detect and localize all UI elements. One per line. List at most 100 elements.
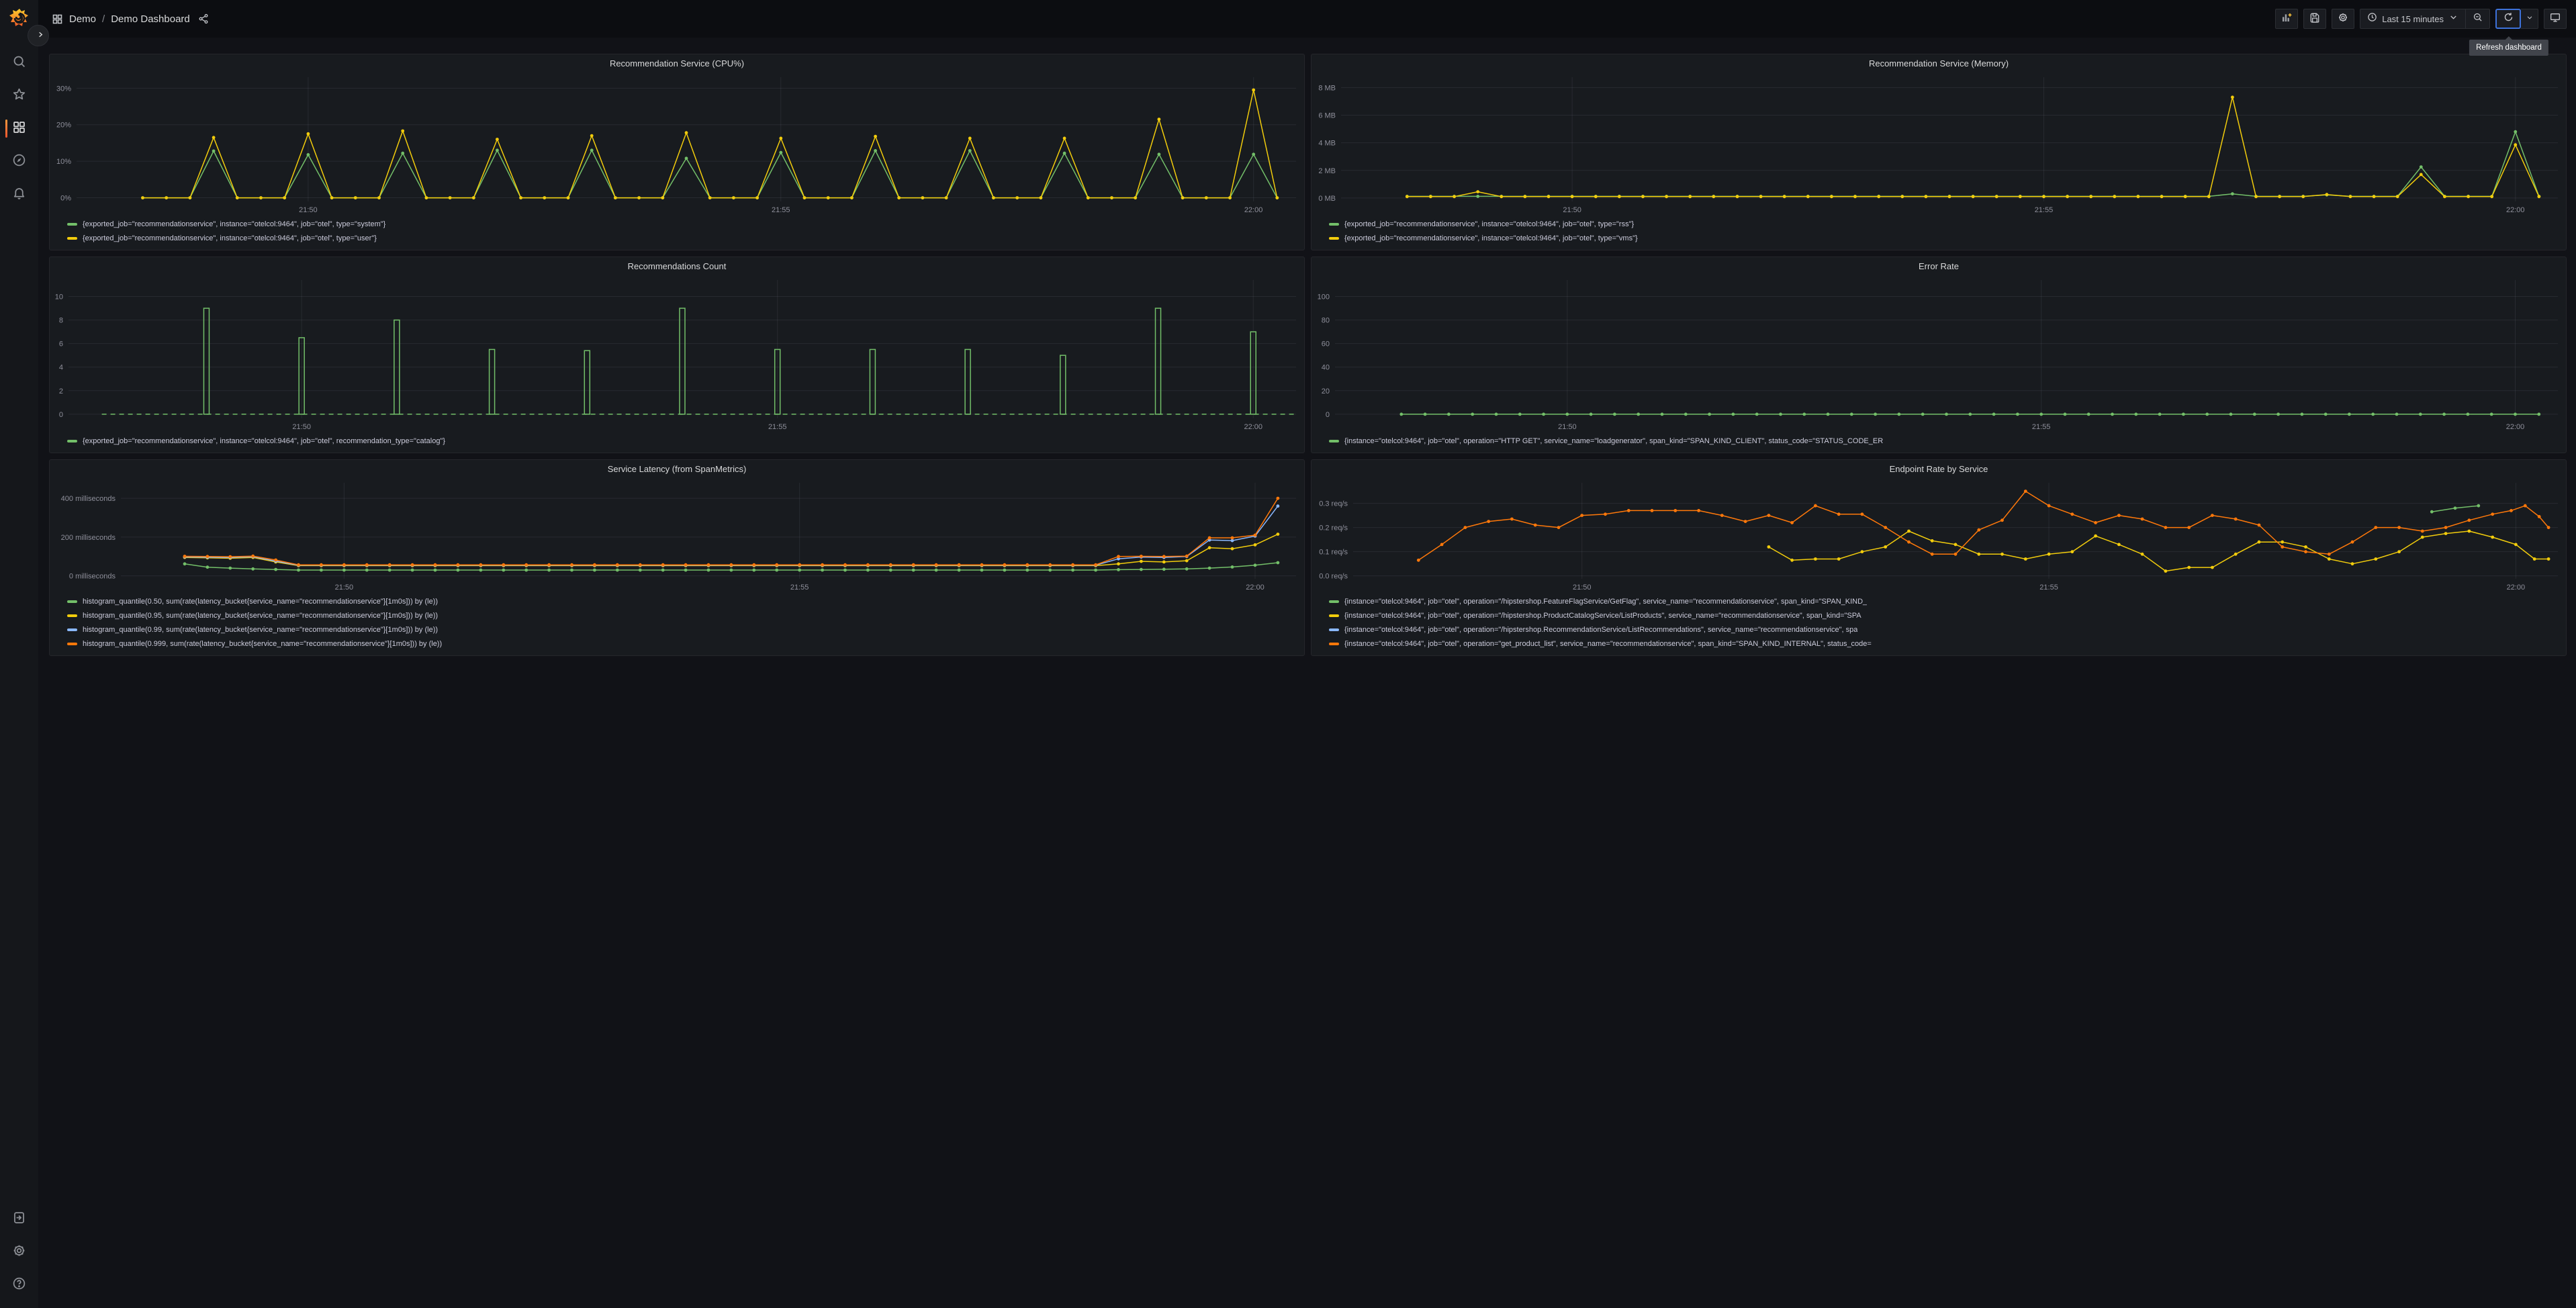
sidebar-item-settings[interactable] <box>0 1235 38 1268</box>
series-vms <box>1405 95 2541 199</box>
breadcrumb-separator: / <box>102 13 105 25</box>
breadcrumb-dashboard[interactable]: Demo Dashboard <box>111 13 190 25</box>
time-range-picker[interactable]: Last 15 minutes <box>2360 9 2465 28</box>
panel-title[interactable]: Endpoint Rate by Service <box>1312 460 2566 477</box>
recommendations-count-chart[interactable]: 0 2 4 6 8 10 21:50 21:55 22:00 <box>50 275 1304 433</box>
sidebar-item-search[interactable] <box>0 46 38 79</box>
y-tick-label: 8 <box>59 317 63 325</box>
y-tick-label: 80 <box>1322 317 1330 325</box>
legend-item[interactable]: {instance="otelcol:9464", job="otel", op… <box>1329 608 2559 622</box>
legend-swatch <box>67 614 77 617</box>
x-tick-label: 21:50 <box>1558 423 1577 431</box>
y-tick-label: 0 MB <box>1318 195 1336 203</box>
x-tick-label: 21:55 <box>768 423 787 431</box>
legend-item[interactable]: histogram_quantile(0.95, sum(rate(latenc… <box>67 608 1297 622</box>
panel-recommendation-cpu: Recommendation Service (CPU%) 0% 10% 20% 30… <box>49 54 1305 250</box>
refresh-dashboard-button[interactable] <box>2495 9 2521 29</box>
search-icon <box>12 54 26 72</box>
cpu-chart[interactable]: 0% 10% 20% 30% 21:50 21:55 22:00 <box>50 72 1304 216</box>
breadcrumb-folder[interactable]: Demo <box>69 13 96 25</box>
error-rate-legend: {instance="otelcol:9464", job="otel", op… <box>1312 433 2566 453</box>
recommendations-count-legend: {exported_job="recommendationservice", i… <box>50 433 1304 453</box>
sidebar-expand-button[interactable] <box>28 25 49 46</box>
endpoint-rate-chart[interactable]: 0.0 req/s 0.1 req/s 0.2 req/s 0.3 req/s 21:5… <box>1312 477 2566 594</box>
legend-item[interactable]: {instance="otelcol:9464", job="otel", op… <box>1329 594 2559 608</box>
share-icon[interactable] <box>198 13 209 24</box>
panel-title[interactable]: Recommendation Service (Memory) <box>1312 54 2566 72</box>
series-p999 <box>183 496 1280 567</box>
panel-title[interactable]: Service Latency (from SpanMetrics) <box>50 460 1304 477</box>
panel-title[interactable]: Error Rate <box>1312 257 2566 275</box>
panel-service-latency: Service Latency (from SpanMetrics) 0 mil… <box>49 459 1305 656</box>
legend-item[interactable]: {exported_job="recommendationservice", i… <box>67 217 1297 231</box>
legend-label: {instance="otelcol:9464", job="otel", op… <box>1344 597 1868 606</box>
legend-swatch <box>1329 614 1339 617</box>
refresh-interval-button[interactable] <box>2521 9 2538 29</box>
sidebar <box>0 0 38 1308</box>
legend-item[interactable]: {instance="otelcol:9464", job="otel", op… <box>1329 434 2559 448</box>
x-tick-label: 22:00 <box>1244 206 1263 214</box>
chevron-right-icon <box>37 30 44 42</box>
legend-item[interactable]: histogram_quantile(0.99, sum(rate(latenc… <box>67 622 1297 637</box>
error-rate-chart[interactable]: 0 20 40 60 80 100 21:50 21:55 22:00 <box>1312 275 2566 433</box>
x-tick-label: 21:55 <box>772 206 790 214</box>
zoom-out-button[interactable] <box>2466 9 2489 28</box>
x-tick-label: 21:50 <box>299 206 318 214</box>
legend-item[interactable]: {exported_job="recommendationservice", i… <box>67 231 1297 245</box>
grid: 0 MB 2 MB 4 MB 6 MB 8 MB 21:50 21:55 22:00 <box>1318 77 2558 214</box>
legend-swatch <box>1329 439 1339 442</box>
legend-label: histogram_quantile(0.95, sum(rate(latenc… <box>83 611 439 620</box>
grid: 0 2 4 6 8 10 21:50 21:55 22:00 <box>55 280 1296 431</box>
sidebar-item-help[interactable] <box>0 1268 38 1301</box>
y-tick-label: 0 milliseconds <box>69 573 116 581</box>
sidebar-item-alerting[interactable] <box>0 178 38 211</box>
sidebar-item-starred[interactable] <box>0 79 38 112</box>
y-tick-label: 0.2 req/s <box>1319 524 1348 532</box>
panel-title[interactable]: Recommendations Count <box>50 257 1304 275</box>
legend-label: {instance="otelcol:9464", job="otel", op… <box>1344 639 1872 648</box>
legend-item[interactable]: histogram_quantile(0.50, sum(rate(latenc… <box>67 594 1297 608</box>
y-tick-label: 6 <box>59 340 63 348</box>
x-tick-label: 21:50 <box>335 583 354 592</box>
save-dashboard-button[interactable] <box>2303 9 2327 29</box>
sidebar-item-dashboards[interactable] <box>0 112 38 145</box>
series-p95 <box>183 532 1280 567</box>
memory-chart[interactable]: 0 MB 2 MB 4 MB 6 MB 8 MB 21:50 21:55 22:00 <box>1312 72 2566 216</box>
endpoint-rate-legend: {instance="otelcol:9464", job="otel", op… <box>1312 594 2566 655</box>
y-tick-label: 100 <box>1318 293 1330 301</box>
y-tick-label: 0.0 req/s <box>1319 573 1348 581</box>
grid: 0.0 req/s 0.1 req/s 0.2 req/s 0.3 req/s 21:5… <box>1319 483 2558 592</box>
dashboard-toolbar: Last 15 minutes <box>2275 9 2567 29</box>
y-tick-label: 10 <box>55 293 63 301</box>
y-tick-label: 4 <box>59 364 63 372</box>
apps-grid-icon <box>52 13 63 25</box>
dashboard-settings-button[interactable] <box>2332 9 2355 29</box>
legend-swatch <box>67 222 77 226</box>
y-tick-label: 20 <box>1322 387 1330 395</box>
service-latency-chart[interactable]: 0 milliseconds 200 milliseconds 400 millis… <box>50 477 1304 594</box>
save-icon <box>2309 12 2320 26</box>
legend-item[interactable]: {instance="otelcol:9464", job="otel", op… <box>1329 622 2559 637</box>
series-catalog <box>203 308 1256 415</box>
legend-item[interactable]: {exported_job="recommendationservice", i… <box>1329 231 2559 245</box>
y-tick-label: 8 MB <box>1318 84 1336 92</box>
legend-item[interactable]: {exported_job="recommendationservice", i… <box>67 434 1297 448</box>
panel-title[interactable]: Recommendation Service (CPU%) <box>50 54 1304 72</box>
time-controls: Last 15 minutes <box>2360 9 2490 29</box>
legend-item[interactable]: histogram_quantile(0.999, sum(rate(laten… <box>67 637 1297 651</box>
refresh-icon <box>2503 12 2514 26</box>
add-panel-button[interactable] <box>2275 9 2299 29</box>
legend-label: histogram_quantile(0.999, sum(rate(laten… <box>83 639 443 648</box>
grafana-logo[interactable] <box>7 6 32 30</box>
help-icon <box>12 1276 26 1294</box>
legend-label: {exported_job="recommendationservice", i… <box>1344 220 1635 228</box>
cycle-view-mode-button[interactable] <box>2544 9 2567 29</box>
sidebar-item-sign-in[interactable] <box>0 1203 38 1235</box>
sidebar-item-explore[interactable] <box>0 145 38 178</box>
legend-swatch <box>1329 628 1339 631</box>
legend-label: histogram_quantile(0.50, sum(rate(latenc… <box>83 597 439 606</box>
x-tick-label: 21:55 <box>2035 206 2054 214</box>
legend-label: {instance="otelcol:9464", job="otel", op… <box>1344 611 1861 620</box>
legend-item[interactable]: {exported_job="recommendationservice", i… <box>1329 217 2559 231</box>
legend-item[interactable]: {instance="otelcol:9464", job="otel", op… <box>1329 637 2559 651</box>
